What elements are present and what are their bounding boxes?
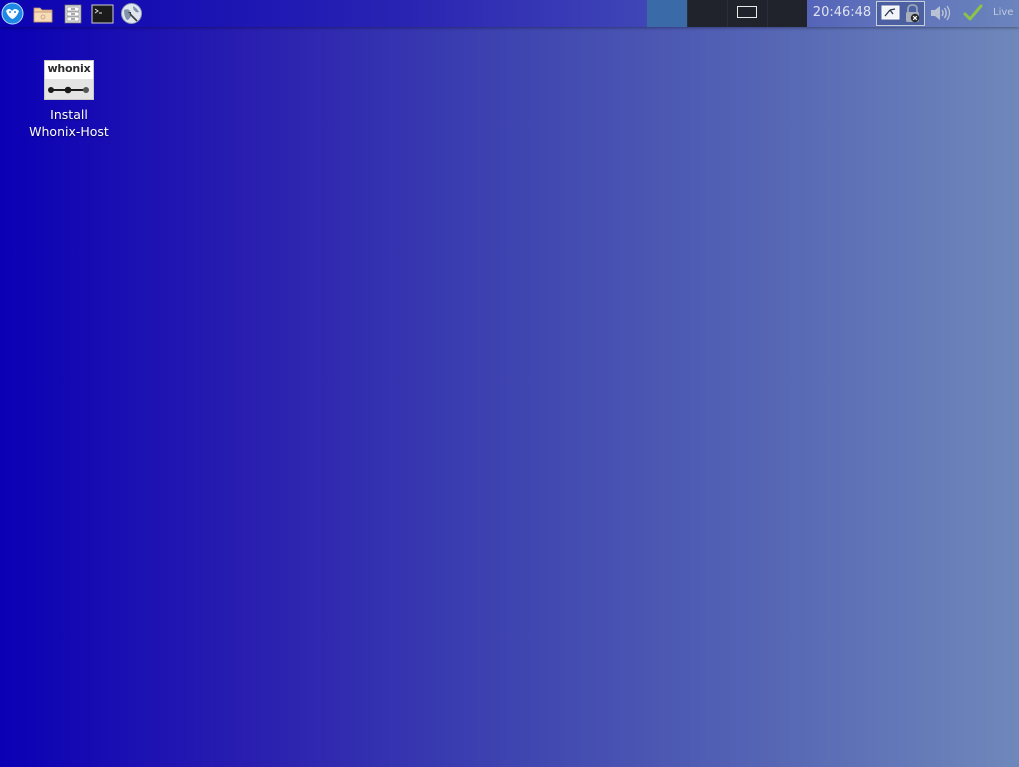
- workspace-4[interactable]: [767, 0, 807, 27]
- top-panel: 20:46:48 Live: [0, 0, 1019, 27]
- file-manager-launcher[interactable]: [31, 2, 54, 25]
- lock-disabled-button[interactable]: [903, 3, 922, 28]
- file-manager-icon: [33, 7, 52, 22]
- app-menu-button[interactable]: [1, 2, 24, 25]
- web-browser-icon: [121, 3, 142, 24]
- lock-disabled-icon: [906, 4, 920, 23]
- network-disconnected-button[interactable]: [881, 4, 900, 26]
- desktop-icon-install-whonix-host[interactable]: whonix Install Whonix-Host: [22, 60, 116, 140]
- workspace-1[interactable]: [647, 0, 687, 27]
- desktop-icon-label-line1: Install: [50, 107, 88, 122]
- workspace-pager[interactable]: [647, 0, 807, 27]
- workspace-window-thumbnail: [737, 6, 757, 18]
- app-menu-icon: [1, 2, 24, 25]
- workspace-2[interactable]: [687, 0, 727, 27]
- desktop-icon-label: Install Whonix-Host: [22, 106, 116, 140]
- workspace-3[interactable]: [727, 0, 767, 27]
- volume-button[interactable]: [929, 3, 951, 27]
- file-cabinet-icon: [64, 4, 81, 23]
- file-cabinet-launcher[interactable]: [61, 2, 84, 25]
- terminal-icon: [91, 4, 114, 23]
- desktop-background[interactable]: whonix Install Whonix-Host: [0, 0, 1019, 767]
- network-disconnected-icon: [881, 5, 900, 20]
- live-mode-label: Live: [993, 7, 1014, 18]
- connection-diagram-icon: [48, 86, 89, 94]
- desktop-icon-label-line2: Whonix-Host: [29, 124, 109, 139]
- volume-icon: [931, 5, 951, 21]
- terminal-launcher[interactable]: [91, 2, 114, 25]
- check-mark-icon: [963, 4, 983, 21]
- status-check-button[interactable]: [963, 4, 983, 27]
- clock[interactable]: 20:46:48: [808, 0, 876, 27]
- whonix-logo-icon: whonix: [44, 60, 94, 100]
- web-browser-launcher[interactable]: [120, 2, 143, 25]
